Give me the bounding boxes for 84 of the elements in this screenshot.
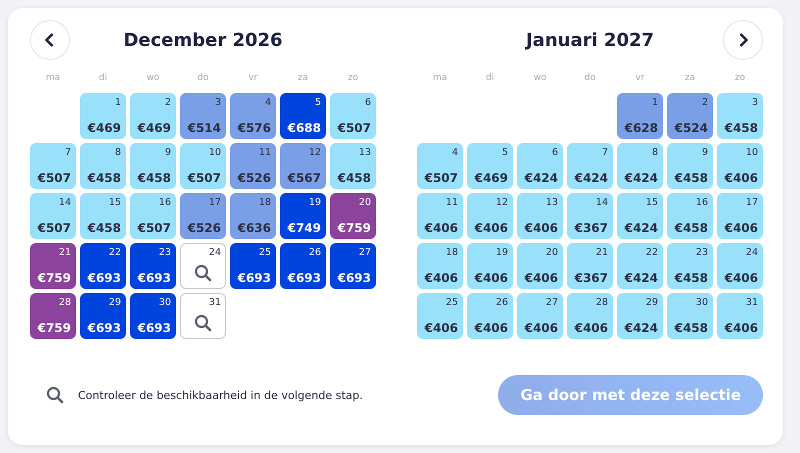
day-cell[interactable]: 1 €469	[80, 93, 126, 139]
day-cell[interactable]: 26 €693	[280, 243, 326, 289]
weekday-label: vr	[634, 73, 646, 83]
search-icon	[46, 386, 64, 404]
day-cell[interactable]: 18 €636	[230, 193, 276, 239]
day-cell[interactable]: 11 €526	[230, 143, 276, 189]
day-cell[interactable]: 14 €367	[567, 193, 613, 239]
day-cell[interactable]: 15 €458	[80, 193, 126, 239]
day-cell[interactable]: 11 €406	[417, 193, 463, 239]
day-cell[interactable]: 3 €458	[717, 93, 763, 139]
weekday-label: zo	[734, 73, 746, 83]
day-cell[interactable]: 6 €507	[330, 93, 376, 139]
weekday-label: do	[583, 73, 597, 83]
day-cell[interactable]: 15 €424	[617, 193, 663, 239]
weekday-label: di	[98, 73, 108, 83]
day-cell[interactable]: 20 €406	[517, 243, 563, 289]
weekday-label: wo	[532, 73, 548, 83]
day-cell[interactable]: 30 €458	[667, 293, 713, 339]
day-cell[interactable]: 28 €406	[567, 293, 613, 339]
weekday-label: za	[296, 73, 310, 83]
day-cell[interactable]: 13 €406	[517, 193, 563, 239]
weekday-label: do	[196, 73, 210, 83]
day-cell[interactable]: 16 €458	[667, 193, 713, 239]
day-cell[interactable]: 23 €693	[130, 243, 176, 289]
search-icon	[194, 264, 212, 282]
day-cell[interactable]: 19 €749	[280, 193, 326, 239]
day-cell[interactable]: 8 €424	[617, 143, 663, 189]
day-cell[interactable]: 31 €406	[717, 293, 763, 339]
weekday-label: wo	[146, 73, 160, 83]
weekday-label: di	[484, 73, 496, 83]
day-cell[interactable]: 3 €514	[180, 93, 226, 139]
day-cell[interactable]: 7 €507	[30, 143, 76, 189]
day-cell[interactable]: 22 €693	[80, 243, 126, 289]
day-cell[interactable]: 26 €406	[467, 293, 513, 339]
day-cell[interactable]: 17 €526	[180, 193, 226, 239]
next-month-button[interactable]	[723, 20, 763, 60]
day-cell[interactable]: 24 €406	[717, 243, 763, 289]
day-cell[interactable]: 7 €424	[567, 143, 613, 189]
weekday-label: ma	[432, 73, 448, 83]
day-cell[interactable]: 29 €424	[617, 293, 663, 339]
day-cell[interactable]: 5 €688	[280, 93, 326, 139]
day-cell[interactable]: 2 €524	[667, 93, 713, 139]
day-cell[interactable]: 12 €406	[467, 193, 513, 239]
day-cell[interactable]: 12 €567	[280, 143, 326, 189]
day-cell[interactable]: 4 €507	[417, 143, 463, 189]
day-cell[interactable]: 31	[180, 293, 226, 339]
day-cell[interactable]: 9 €458	[130, 143, 176, 189]
month-title: Januari 2027	[524, 30, 656, 50]
day-cell[interactable]: 28 €759	[30, 293, 76, 339]
day-cell[interactable]: 25 €693	[230, 243, 276, 289]
day-cell[interactable]: 17 €406	[717, 193, 763, 239]
day-cell[interactable]: 5 €469	[467, 143, 513, 189]
previous-month-button[interactable]	[30, 20, 70, 60]
day-cell[interactable]: 20 €759	[330, 193, 376, 239]
day-cell[interactable]: 21 €759	[30, 243, 76, 289]
search-icon	[194, 314, 212, 332]
day-cell[interactable]: 27 €406	[517, 293, 563, 339]
weekday-label: vr	[247, 73, 259, 83]
day-cell[interactable]: 30 €693	[130, 293, 176, 339]
day-cell[interactable]: 25 €406	[417, 293, 463, 339]
day-cell[interactable]: 21 €367	[567, 243, 613, 289]
day-cell[interactable]: 1 €628	[617, 93, 663, 139]
day-cell[interactable]: 10 €406	[717, 143, 763, 189]
day-cell[interactable]: 19 €406	[467, 243, 513, 289]
day-cell[interactable]: 8 €458	[80, 143, 126, 189]
day-cell[interactable]: 13 €458	[330, 143, 376, 189]
weekday-label: zo	[346, 73, 360, 83]
day-cell[interactable]: 18 €406	[417, 243, 463, 289]
day-cell[interactable]: 4 €576	[230, 93, 276, 139]
availability-note: Controleer de beschikbaarheid in de volgende stap.	[78, 388, 363, 402]
day-cell[interactable]: 24	[180, 243, 226, 289]
day-cell[interactable]: 14 €507	[30, 193, 76, 239]
day-cell[interactable]: 2 €469	[130, 93, 176, 139]
day-cell[interactable]: 9 €458	[667, 143, 713, 189]
day-cell[interactable]: 27 €693	[330, 243, 376, 289]
day-cell[interactable]: 23 €458	[667, 243, 713, 289]
weekday-label: za	[684, 73, 696, 83]
day-cell[interactable]: 16 €507	[130, 193, 176, 239]
day-cell[interactable]: 6 €424	[517, 143, 563, 189]
day-cell[interactable]: 10 €507	[180, 143, 226, 189]
day-cell[interactable]: 29 €693	[80, 293, 126, 339]
day-cell[interactable]: 22 €424	[617, 243, 663, 289]
weekday-label: ma	[44, 73, 62, 83]
month-title: December 2026	[122, 30, 284, 50]
